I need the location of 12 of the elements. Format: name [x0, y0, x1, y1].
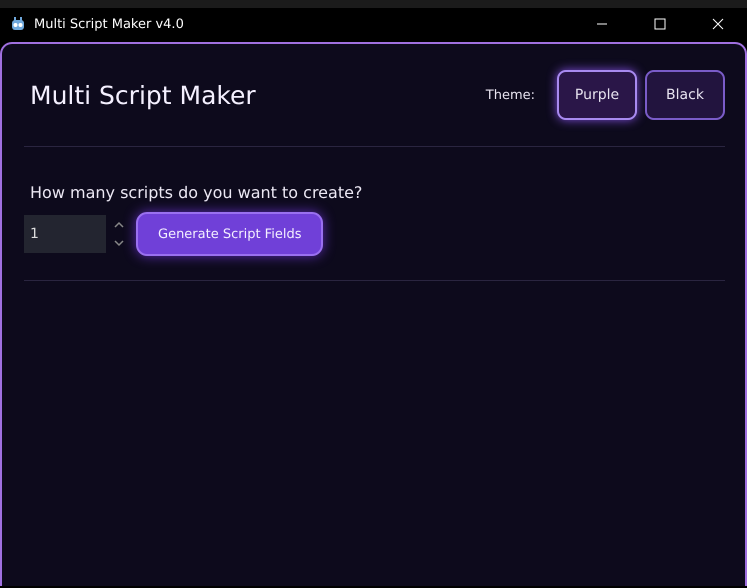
generate-button[interactable]: Generate Script Fields	[136, 212, 324, 256]
theme-button[interactable]: Black	[645, 70, 725, 120]
app-title: Multi Script Maker	[29, 80, 257, 110]
count-field[interactable]: 1	[24, 215, 106, 253]
robot-head-icon	[10, 16, 26, 32]
theme-button[interactable]: Purple	[557, 70, 637, 120]
maximize-icon	[654, 18, 666, 30]
close-icon	[712, 18, 724, 30]
question-label: How many scripts do you want to create?	[30, 183, 364, 202]
window-title: Multi Script Maker v4.0	[34, 16, 185, 32]
theme-label: Theme:	[486, 88, 535, 102]
spinner-arrows-icon[interactable]	[112, 219, 126, 249]
